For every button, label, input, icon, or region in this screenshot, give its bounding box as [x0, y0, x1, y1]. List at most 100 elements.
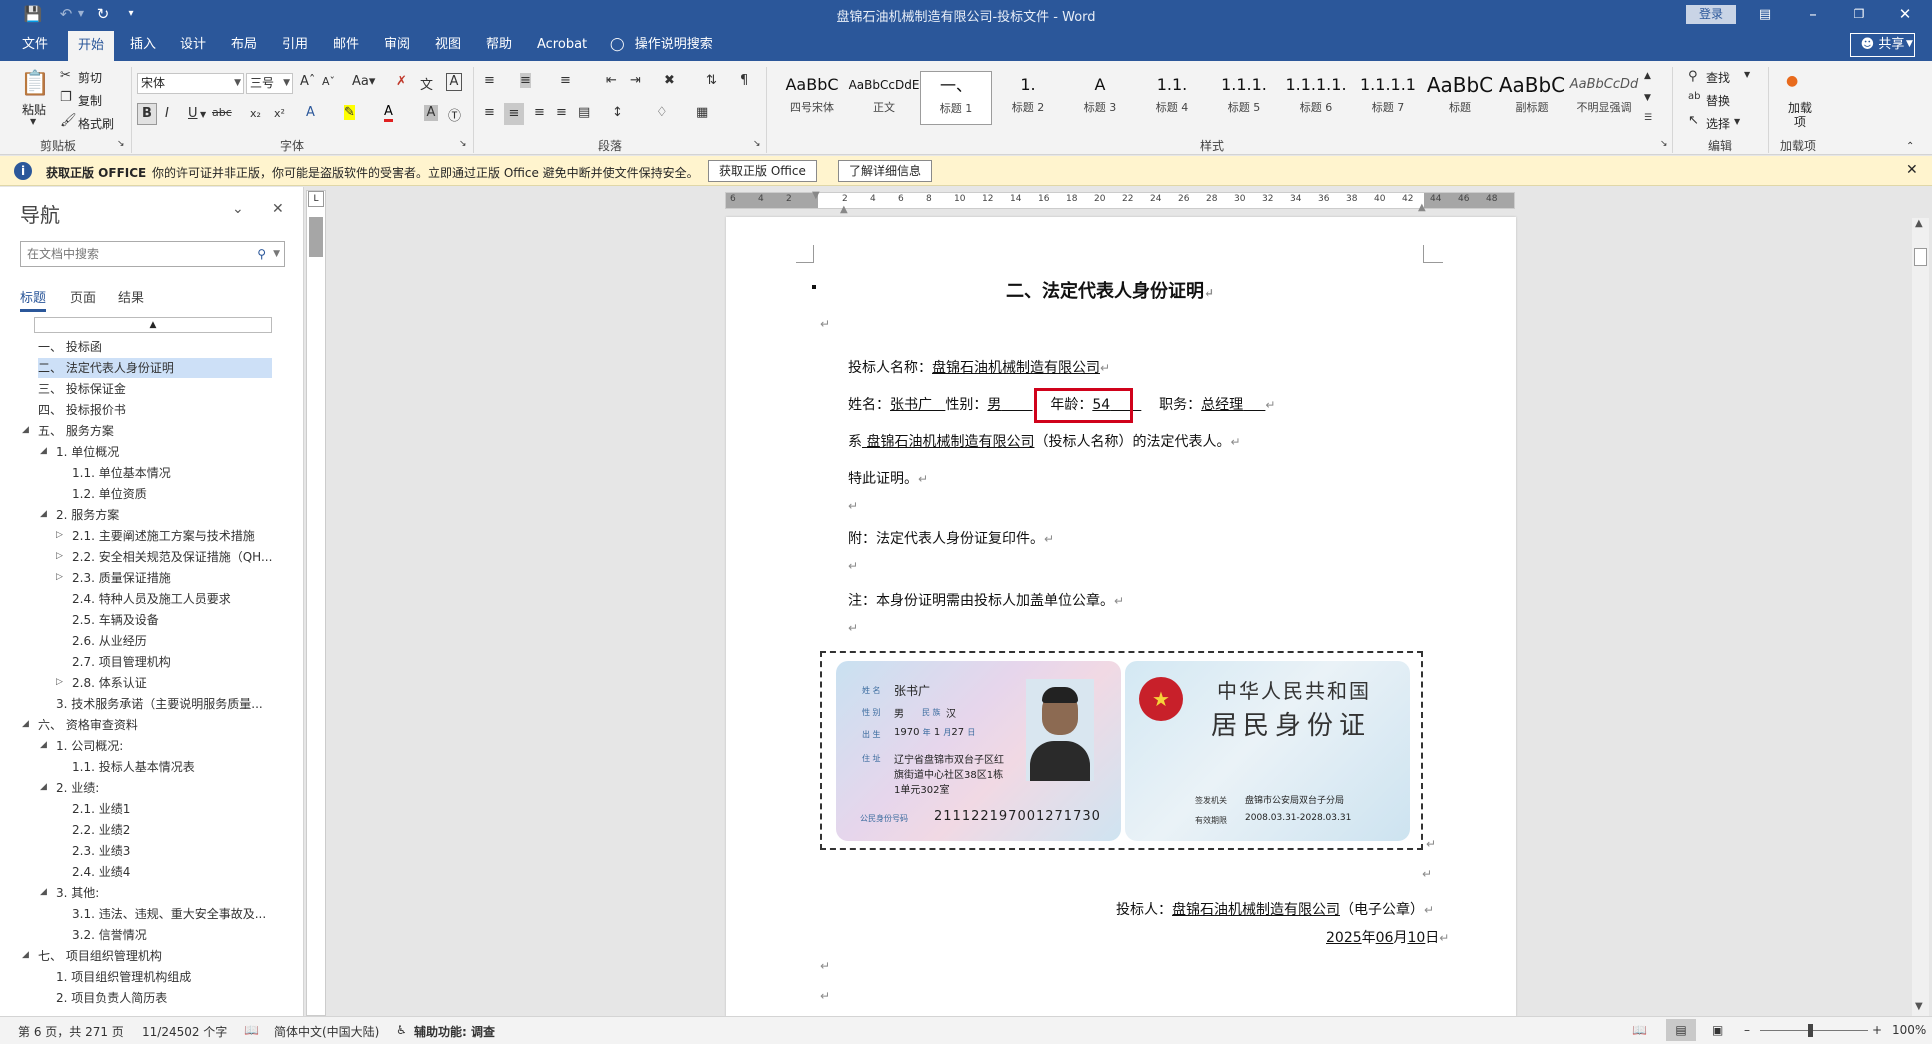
character-border-icon[interactable]: A [446, 73, 462, 91]
tab-references[interactable]: 引用 [272, 29, 318, 61]
subscript-icon[interactable]: x₂ [250, 107, 261, 120]
styles-scroll-down-icon[interactable]: ▼ [1644, 93, 1651, 103]
nav-heading-item[interactable]: 2.7. 项目管理机构 [72, 652, 272, 672]
size-dropdown-icon[interactable]: ▼ [283, 74, 290, 93]
nav-heading-item[interactable]: 1.1. 投标人基本情况表 [72, 757, 272, 777]
replace-button[interactable]: 替换 [1706, 92, 1730, 109]
zoom-slider-thumb[interactable] [1808, 1024, 1813, 1037]
close-nav-icon[interactable]: ✕ [272, 201, 284, 217]
tab-selector-icon[interactable]: L [308, 191, 324, 207]
clear-formatting-icon[interactable]: ✗ [396, 74, 407, 89]
nav-heading-item[interactable]: 2.1. 业绩1 [72, 799, 272, 819]
nav-heading-item[interactable]: 2.3. 质量保证措施 [72, 568, 272, 588]
phonetic-guide-icon[interactable]: 文 [420, 74, 433, 93]
styles-scroll-up-icon[interactable]: ▲ [1644, 71, 1651, 81]
nav-heading-item[interactable]: 四、 投标报价书 [38, 400, 272, 420]
style-item[interactable]: AaBbCcDdE 正文 [848, 71, 920, 125]
highlight-icon[interactable]: ✎ [344, 105, 355, 120]
expand-toggle-icon[interactable]: ◢ [40, 446, 47, 456]
paste-dropdown-icon[interactable]: ▼ [30, 117, 36, 126]
font-launcher-icon[interactable]: ↘ [459, 139, 467, 149]
collapse-share-icon[interactable]: ▼ [1906, 39, 1913, 49]
nav-tab-results[interactable]: 结果 [118, 287, 144, 306]
nav-heading-item[interactable]: 2. 项目负责人简历表 [56, 988, 272, 1008]
nav-heading-item[interactable]: 2.3. 业绩3 [72, 841, 272, 861]
expand-toggle-icon[interactable]: ▷ [56, 677, 63, 687]
format-painter-button[interactable]: 格式刷 [78, 115, 114, 132]
multilevel-list-icon[interactable]: ≡ [560, 73, 571, 88]
nav-heading-item[interactable]: 2.4. 特种人员及施工人员要求 [72, 589, 272, 609]
date-line[interactable]: 2025年06月10日↵ [1326, 927, 1449, 947]
hanging-indent-marker[interactable]: ▲ [840, 204, 848, 215]
style-item[interactable]: 1.1.1. 标题 5 [1208, 71, 1280, 125]
collapse-all-button[interactable]: ▲ [34, 317, 272, 333]
nav-heading-item[interactable]: 2.2. 安全相关规范及保证措施（QH... [72, 547, 272, 567]
italic-icon[interactable]: I [165, 106, 169, 121]
nav-heading-item[interactable]: 六、 资格审查资料 [38, 715, 272, 735]
strikethrough-icon[interactable]: abc [212, 106, 232, 119]
right-indent-marker[interactable]: ▲ [1418, 202, 1426, 213]
borders-icon[interactable]: ▦ [696, 105, 708, 120]
style-item[interactable]: AaBbC 标题 [1424, 71, 1496, 125]
font-size-combo[interactable]: 三号 ▼ [246, 73, 293, 94]
nav-tab-pages[interactable]: 页面 [70, 287, 96, 306]
superscript-icon[interactable]: x² [274, 107, 285, 120]
expand-toggle-icon[interactable]: ▷ [56, 530, 63, 540]
nav-heading-item[interactable]: 3.2. 信誉情况 [72, 925, 272, 945]
style-item[interactable]: 1. 标题 2 [992, 71, 1064, 125]
nav-search-input[interactable]: 在文档中搜索 ⚲ ▼ [20, 241, 285, 267]
nav-heading-item[interactable]: 七、 项目组织管理机构 [38, 946, 272, 966]
login-button[interactable]: 登录 [1686, 5, 1736, 24]
enclose-characters-icon[interactable]: Ⓣ [448, 105, 461, 124]
nav-heading-item[interactable]: 2. 服务方案 [56, 505, 272, 525]
first-line-indent-marker[interactable]: ▼ [812, 190, 820, 201]
document-heading[interactable]: 二、法定代表人身份证明↵ [1006, 277, 1214, 303]
nav-heading-item[interactable]: 2.6. 从业经历 [72, 631, 272, 651]
nav-heading-item[interactable]: 3.1. 违法、违规、重大安全事故及... [72, 904, 272, 924]
scroll-down-icon[interactable]: ▼ [1915, 1001, 1923, 1012]
ribbon-display-options-icon[interactable]: ▤ [1742, 0, 1788, 29]
web-layout-icon[interactable]: ▣ [1712, 1023, 1723, 1037]
nav-heading-item[interactable]: 2.2. 业绩2 [72, 820, 272, 840]
expand-toggle-icon[interactable]: ▷ [56, 551, 63, 561]
nav-heading-item[interactable]: 1.1. 单位基本情况 [72, 463, 272, 483]
tab-mailings[interactable]: 邮件 [323, 29, 369, 61]
character-shading-icon[interactable]: A [424, 105, 438, 121]
attachment-line[interactable]: 附：法定代表人身份证复印件。↵ [848, 528, 1054, 548]
tab-design[interactable]: 设计 [170, 29, 216, 61]
tab-home[interactable]: 开始 [68, 31, 115, 61]
font-dropdown-icon[interactable]: ▼ [234, 74, 241, 93]
expand-toggle-icon[interactable]: ◢ [40, 740, 47, 750]
accessibility-status[interactable]: 辅助功能: 调查 [414, 1023, 495, 1040]
line-spacing-icon[interactable]: ↕ [612, 105, 623, 120]
cut-button[interactable]: 剪切 [78, 69, 102, 86]
vertical-scrollbar[interactable]: ▲ ▼ [1912, 218, 1929, 1016]
find-dropdown-icon[interactable]: ▼ [1744, 70, 1750, 79]
select-button[interactable]: 选择 [1706, 115, 1730, 132]
text-effects-icon[interactable]: A [306, 105, 315, 120]
language-indicator[interactable]: 简体中文(中国大陆) [274, 1023, 379, 1040]
style-item[interactable]: 一、 标题 1 [920, 71, 992, 125]
nav-heading-item[interactable]: 2.8. 体系认证 [72, 673, 272, 693]
word-count[interactable]: 11/24502 个字 [142, 1023, 227, 1040]
tab-acrobat[interactable]: Acrobat [527, 29, 597, 61]
zoom-in-icon[interactable]: + [1872, 1023, 1882, 1037]
numbering-icon[interactable]: ≡ [520, 73, 531, 88]
align-center-icon[interactable]: ≡ [504, 103, 524, 125]
nav-heading-item[interactable]: 2. 业绩: [56, 778, 272, 798]
addins-icon[interactable]: ● [1786, 73, 1798, 89]
nav-tab-headings[interactable]: 标题 [20, 287, 47, 312]
align-right-icon[interactable]: ≡ [534, 105, 545, 120]
increase-indent-icon[interactable]: ⇥ [630, 73, 641, 88]
paste-icon[interactable]: 📋 [20, 69, 50, 99]
read-mode-icon[interactable]: 📖 [1632, 1023, 1647, 1037]
copy-button[interactable]: 复制 [78, 92, 102, 109]
styles-launcher-icon[interactable]: ↘ [1660, 139, 1668, 149]
bidder-line[interactable]: 投标人名称：盘锦石油机械制造有限公司↵ [848, 357, 1110, 377]
clipboard-launcher-icon[interactable]: ↘ [117, 139, 125, 149]
style-item[interactable]: AaBbC 副标题 [1496, 71, 1568, 125]
close-infobar-icon[interactable]: ✕ [1906, 162, 1918, 178]
representative-line[interactable]: 系 盘锦石油机械制造有限公司（投标人名称）的法定代表人。↵ [848, 431, 1241, 451]
tab-layout[interactable]: 布局 [221, 29, 267, 61]
font-name-combo[interactable]: 宋体 ▼ [137, 73, 244, 94]
